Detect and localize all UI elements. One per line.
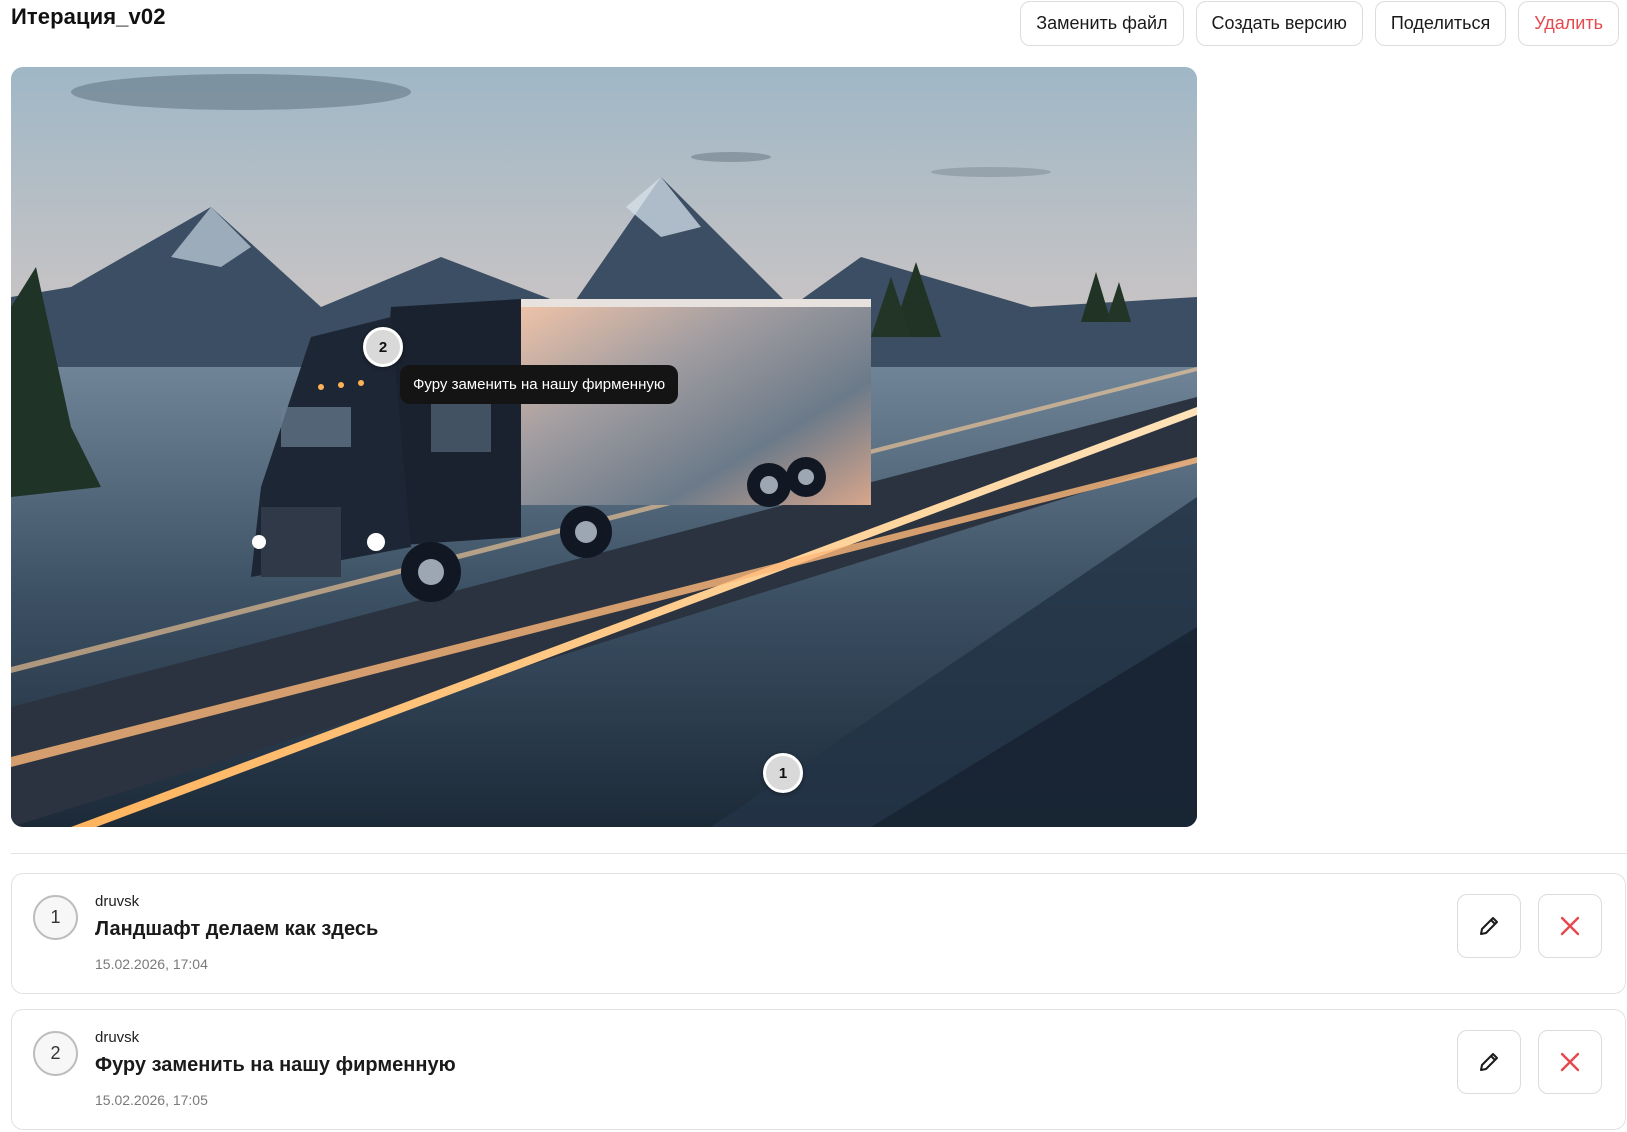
comment-author: druvsk [95,893,140,910]
annotation-marker-1[interactable]: 1 [763,753,803,793]
comment-item: 2 druvsk Фуру заменить на нашу фирменную… [11,1009,1626,1130]
page-title: Итерация_v02 [11,4,166,29]
delete-comment-button[interactable] [1538,894,1602,958]
share-button[interactable]: Поделиться [1374,1,1507,46]
edit-comment-button[interactable] [1457,894,1521,958]
annotation-tooltip: Фуру заменить на нашу фирменную [400,365,679,404]
comment-text: Фуру заменить на нашу фирменную [95,1054,456,1076]
edit-comment-button[interactable] [1457,1030,1521,1094]
create-version-button[interactable]: Создать версию [1195,1,1363,46]
delete-comment-button[interactable] [1538,1030,1602,1094]
preview-image[interactable] [11,67,1197,827]
annotation-marker-2[interactable]: 2 [363,327,403,367]
comment-author: druvsk [95,1029,140,1046]
comment-item: 1 druvsk Ландшафт делаем как здесь 15.02… [11,873,1626,994]
toolbar: Заменить файл Создать версию Поделиться … [1020,1,1619,46]
divider [11,853,1627,854]
comment-number[interactable]: 1 [33,895,78,940]
comment-date: 15.02.2026, 17:04 [95,956,208,972]
pencil-icon [1480,917,1498,935]
close-icon [1560,916,1580,936]
replace-file-button[interactable]: Заменить файл [1020,1,1184,46]
close-icon [1560,1052,1580,1072]
pencil-icon [1480,1053,1498,1071]
comment-text: Ландшафт делаем как здесь [95,918,379,940]
delete-button[interactable]: Удалить [1518,1,1619,46]
comment-number[interactable]: 2 [33,1031,78,1076]
truck-landscape-image [11,67,1197,827]
comment-date: 15.02.2026, 17:05 [95,1092,208,1108]
